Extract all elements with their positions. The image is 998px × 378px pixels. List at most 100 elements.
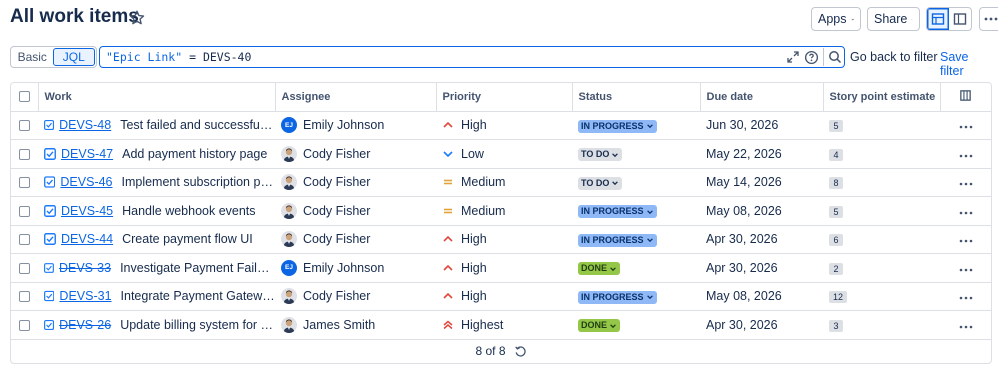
work-item-summary[interactable]: Integrate Payment Gateway API [121, 289, 275, 303]
priority-label[interactable]: High [461, 289, 487, 303]
story-point-badge[interactable]: 4 [829, 148, 843, 161]
row-more-icon[interactable] [959, 182, 973, 186]
work-item-key-link[interactable]: DEVS-47 [61, 147, 113, 161]
priority-label[interactable]: Low [461, 147, 484, 161]
select-all-checkbox[interactable] [19, 91, 30, 103]
share-button[interactable]: Share [867, 7, 920, 31]
more-actions-button[interactable] [979, 7, 998, 31]
row-checkbox[interactable] [19, 120, 30, 132]
row-checkbox[interactable] [19, 234, 30, 246]
table-row[interactable]: DEVS-44 Create payment flow UI Cody Fish… [11, 225, 991, 254]
refresh-icon[interactable] [514, 345, 527, 358]
search-icon[interactable] [828, 50, 842, 64]
work-item-key-link[interactable]: DEVS-45 [61, 204, 113, 218]
assignee-name[interactable]: Emily Johnson [303, 261, 384, 275]
assignee-name[interactable]: James Smith [303, 318, 375, 332]
work-item-key-link[interactable]: DEVS-31 [59, 289, 111, 303]
status-dropdown[interactable]: IN PROGRESS [578, 233, 657, 247]
story-point-badge[interactable]: 8 [829, 177, 843, 190]
work-item-summary[interactable]: Create payment flow UI [122, 232, 253, 246]
row-more-icon[interactable] [959, 154, 973, 158]
help-icon[interactable] [804, 50, 819, 65]
table-row[interactable]: DEVS-45 Handle webhook events Cody Fishe… [11, 196, 991, 226]
row-checkbox[interactable] [19, 177, 30, 189]
assignee-name[interactable]: Cody Fisher [303, 175, 370, 189]
story-point-badge[interactable]: 2 [829, 262, 843, 275]
row-more-icon[interactable] [959, 239, 973, 243]
basic-mode-button[interactable]: Basic [12, 48, 53, 66]
row-checkbox[interactable] [19, 148, 30, 160]
priority-label[interactable]: High [461, 261, 487, 275]
work-item-key-link[interactable]: DEVS-26 [59, 318, 111, 332]
column-header-due-date[interactable]: Due date [700, 83, 824, 112]
table-row[interactable]: DEVS-26 Update billing system for instan… [11, 310, 991, 340]
table-row[interactable]: DEVS-46 Implement subscription plans Cod… [11, 168, 991, 197]
status-dropdown[interactable]: IN PROGRESS [578, 205, 657, 219]
star-icon[interactable] [128, 9, 146, 27]
column-header-assignee[interactable]: Assignee [275, 83, 437, 112]
row-checkbox[interactable] [19, 205, 30, 217]
row-checkbox[interactable] [19, 319, 30, 331]
status-dropdown[interactable]: DONE [578, 262, 621, 276]
priority-label[interactable]: Highest [461, 318, 503, 332]
table-row[interactable]: DEVS-33 Investigate Payment Failure for … [11, 253, 991, 283]
work-item-key-link[interactable]: DEVS-44 [61, 232, 113, 246]
jql-input[interactable]: "Epic Link" = DEVS-40 [99, 46, 845, 68]
table-row[interactable]: DEVS-31 Integrate Payment Gateway API Co… [11, 282, 991, 311]
row-more-icon[interactable] [959, 268, 973, 272]
work-item-summary[interactable]: Investigate Payment Failure for ... [120, 261, 275, 275]
status-dropdown[interactable]: IN PROGRESS [578, 119, 657, 133]
detail-view-button[interactable] [949, 8, 971, 30]
work-item-summary[interactable]: Handle webhook events [122, 204, 255, 218]
due-date[interactable]: Jun 30, 2026 [700, 111, 823, 140]
work-item-summary[interactable]: Implement subscription plans [121, 175, 275, 189]
column-header-status[interactable]: Status [572, 83, 701, 112]
story-point-badge[interactable]: 5 [829, 205, 843, 218]
due-date[interactable]: Apr 30, 2026 [700, 225, 823, 254]
row-more-icon[interactable] [959, 125, 973, 129]
row-checkbox[interactable] [19, 262, 30, 274]
work-item-summary[interactable]: Update billing system for instan... [120, 318, 275, 332]
status-dropdown[interactable]: TO DO [578, 148, 623, 162]
go-back-to-filter-link[interactable]: Go back to filter [850, 50, 938, 64]
expand-icon[interactable] [786, 50, 800, 64]
save-filter-link[interactable]: Save filter [940, 50, 990, 78]
work-item-key-link[interactable]: DEVS-48 [59, 118, 111, 132]
work-item-key-link[interactable]: DEVS-46 [60, 175, 112, 189]
jql-mode-button[interactable]: JQL [52, 48, 95, 66]
story-point-badge[interactable]: 12 [829, 291, 848, 304]
column-picker-icon[interactable] [959, 89, 972, 102]
work-item-key-link[interactable]: DEVS-33 [59, 261, 111, 275]
priority-label[interactable]: High [461, 118, 487, 132]
story-point-badge[interactable]: 3 [829, 319, 843, 332]
priority-label[interactable]: High [461, 232, 487, 246]
apps-button[interactable]: Apps [811, 7, 861, 31]
list-view-button[interactable] [927, 8, 949, 30]
column-header-work[interactable]: Work [38, 83, 276, 112]
row-more-icon[interactable] [959, 211, 973, 215]
due-date[interactable]: May 08, 2026 [700, 196, 823, 226]
work-item-summary[interactable]: Test failed and successful trans... [120, 118, 275, 132]
due-date[interactable]: May 22, 2026 [700, 139, 823, 169]
story-point-badge[interactable]: 5 [829, 120, 843, 133]
priority-label[interactable]: Medium [461, 204, 505, 218]
due-date[interactable]: May 14, 2026 [700, 168, 823, 197]
status-dropdown[interactable]: IN PROGRESS [578, 290, 657, 304]
assignee-name[interactable]: Cody Fisher [303, 204, 370, 218]
table-row[interactable]: DEVS-48 Test failed and successful trans… [11, 111, 991, 140]
assignee-name[interactable]: Cody Fisher [303, 232, 370, 246]
table-row[interactable]: DEVS-47 Add payment history page Cody Fi… [11, 139, 991, 169]
status-dropdown[interactable]: TO DO [578, 176, 623, 190]
work-item-summary[interactable]: Add payment history page [122, 147, 267, 161]
due-date[interactable]: May 08, 2026 [700, 282, 823, 311]
row-checkbox[interactable] [19, 291, 30, 303]
status-dropdown[interactable]: DONE [578, 319, 621, 333]
assignee-name[interactable]: Cody Fisher [303, 147, 370, 161]
row-more-icon[interactable] [959, 325, 973, 329]
assignee-name[interactable]: Cody Fisher [303, 289, 370, 303]
column-header-priority[interactable]: Priority [436, 83, 573, 112]
row-more-icon[interactable] [959, 296, 973, 300]
story-point-badge[interactable]: 6 [829, 234, 843, 247]
due-date[interactable]: Apr 30, 2026 [700, 253, 823, 283]
priority-label[interactable]: Medium [461, 175, 505, 189]
